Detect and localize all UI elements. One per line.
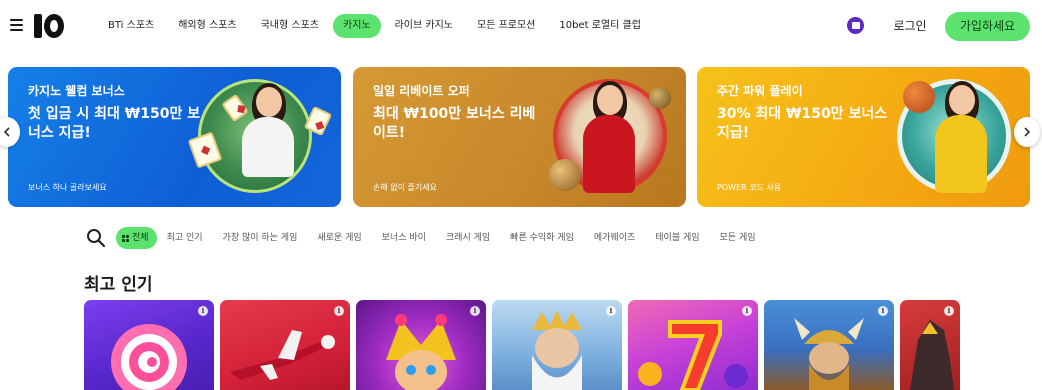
category-tabs: 전체 최고 인기 가장 많이 하는 게임 새로운 게임 보너스 바이 크래시 게… xyxy=(116,227,766,249)
game-tile-viking[interactable]: i xyxy=(764,300,894,390)
gold-ball-icon xyxy=(549,159,581,191)
banner-daily-rebate[interactable]: 일일 리베이트 오퍼 최대 ₩100만 보너스 리베이트! 손해 없이 즐기세요 xyxy=(353,67,686,207)
game-search-button[interactable] xyxy=(84,226,108,250)
section-title: 최고 인기 xyxy=(84,275,153,295)
logo-one-shape xyxy=(34,14,42,38)
banner-cta: 보너스 하나 골라보세요 xyxy=(28,183,107,192)
tab-table-games[interactable]: 테이블 게임 xyxy=(645,227,709,249)
tab-new-games[interactable]: 새로운 게임 xyxy=(307,227,371,249)
promo-gift-icon[interactable] xyxy=(847,17,864,34)
banner-cta: 손해 없이 즐기세요 xyxy=(373,183,437,192)
join-button[interactable]: 가입하세요 xyxy=(945,12,1030,41)
tab-top-popular[interactable]: 최고 인기 xyxy=(157,227,213,249)
login-button[interactable]: 로그인 xyxy=(882,13,938,39)
game-tile-zeus[interactable]: i xyxy=(492,300,622,390)
game-tile-lucky-seven[interactable]: i xyxy=(628,300,758,390)
game-tile-dragon[interactable]: i xyxy=(900,300,960,390)
zeus-icon xyxy=(532,310,582,390)
banner-title: 주간 파워 플레이 xyxy=(717,84,803,98)
top-header: BTi 스포츠 해외형 스포츠 국내형 스포츠 카지노 라이브 카지노 모든 프… xyxy=(0,0,1042,52)
basketball-icon xyxy=(903,81,935,113)
game-info-icon[interactable]: i xyxy=(470,306,480,316)
airplane-icon xyxy=(230,330,335,380)
banner-title: 일일 리베이트 오퍼 xyxy=(373,84,470,98)
banner-headline: 첫 입금 시 최대 ₩150만 보너스 지급! xyxy=(28,106,201,141)
game-info-icon[interactable]: i xyxy=(944,306,954,316)
tab-most-played[interactable]: 가장 많이 하는 게임 xyxy=(213,227,308,249)
chevron-right-icon xyxy=(1024,127,1031,137)
game-info-icon[interactable]: i xyxy=(742,306,752,316)
tab-all[interactable]: 전체 xyxy=(116,227,157,249)
tab-crash-games[interactable]: 크래시 게임 xyxy=(436,227,500,249)
game-info-icon[interactable]: i xyxy=(198,306,208,316)
tab-all-games[interactable]: 모든 게임 xyxy=(710,227,766,249)
nav-overseas-sports[interactable]: 해외형 스포츠 xyxy=(168,14,246,38)
nav-bti-sports[interactable]: BTi 스포츠 xyxy=(98,14,164,38)
hamburger-menu-icon[interactable] xyxy=(10,19,23,31)
gold-ball-icon xyxy=(649,87,671,109)
game-info-icon[interactable]: i xyxy=(334,306,344,316)
nav-live-casino[interactable]: 라이브 카지노 xyxy=(385,14,463,38)
game-tile-jester[interactable]: i xyxy=(356,300,486,390)
search-icon xyxy=(87,229,106,248)
game-tile-candy[interactable]: i xyxy=(84,300,214,390)
game-info-icon[interactable]: i xyxy=(606,306,616,316)
nav-loyalty-club[interactable]: 10bet 로열티 클럽 xyxy=(549,14,651,38)
nav-casino[interactable]: 카지노 xyxy=(333,14,381,38)
logo-zero-shape xyxy=(44,14,64,38)
tab-label: 전체 xyxy=(132,233,149,243)
nav-all-promotions[interactable]: 모든 프로모션 xyxy=(467,14,545,38)
candy-swirl-icon xyxy=(111,324,187,390)
banner-welcome-bonus[interactable]: 카지노 웰컴 보너스 첫 입금 시 최대 ₩150만 보너스 지급! 보너스 하… xyxy=(8,67,341,207)
lucky-seven-icon xyxy=(638,320,748,390)
banner-cta: POWER 코드 사용 xyxy=(717,183,782,192)
game-tile-aviator[interactable]: i xyxy=(220,300,350,390)
chevron-left-icon xyxy=(3,127,10,137)
viking-warrior-icon xyxy=(794,318,864,390)
banner-title: 카지노 웰컴 보너스 xyxy=(28,84,125,98)
game-info-icon[interactable]: i xyxy=(878,306,888,316)
tab-megaways[interactable]: 메가웨이즈 xyxy=(584,227,645,249)
tab-bonus-buy[interactable]: 보너스 바이 xyxy=(372,227,436,249)
grid-icon xyxy=(122,234,129,242)
main-nav: BTi 스포츠 해외형 스포츠 국내형 스포츠 카지노 라이브 카지노 모든 프… xyxy=(98,14,655,38)
banner-headline: 30% 최대 ₩150만 보너스 지급! xyxy=(717,106,888,141)
banner-weekly-power-play[interactable]: 주간 파워 플레이 30% 최대 ₩150만 보너스 지급! POWER 코드 … xyxy=(697,67,1030,207)
nav-domestic-sports[interactable]: 국내형 스포츠 xyxy=(251,14,329,38)
10bet-logo[interactable] xyxy=(34,13,64,39)
jester-icon xyxy=(386,314,456,390)
carousel-next-button[interactable] xyxy=(1014,117,1040,147)
banner-headline: 최대 ₩100만 보너스 리베이트! xyxy=(373,106,536,141)
tab-fast-payout[interactable]: 빠른 수익화 게임 xyxy=(500,227,584,249)
